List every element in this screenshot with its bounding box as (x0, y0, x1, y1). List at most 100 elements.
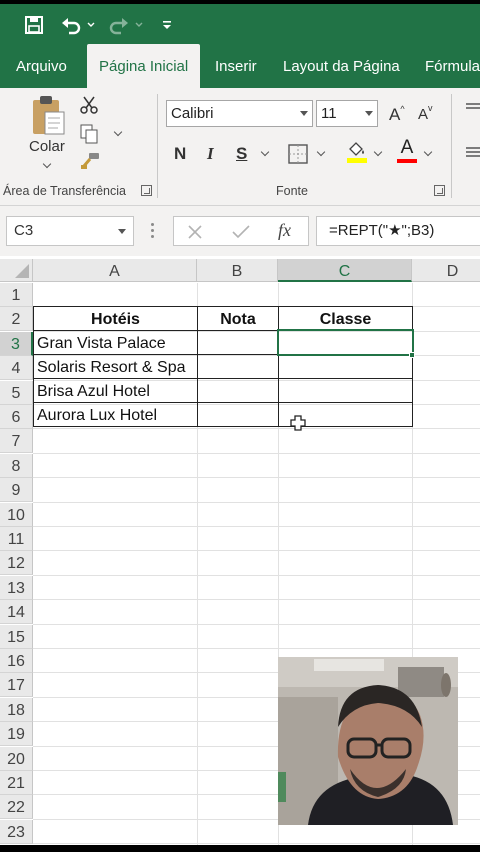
insert-function-icon[interactable]: fx (278, 220, 291, 241)
font-launcher-icon[interactable] (434, 185, 445, 196)
borders-icon[interactable] (288, 144, 308, 169)
row-header-21[interactable]: 21 (0, 771, 33, 795)
font-color-swatch (397, 159, 417, 163)
bold-button[interactable]: N (174, 144, 186, 164)
cancel-icon[interactable] (188, 225, 202, 244)
font-size-value: 11 (321, 105, 337, 122)
customize-qat-icon[interactable] (162, 12, 172, 38)
row-header-5[interactable]: 5 (0, 380, 33, 405)
copy-icon[interactable] (80, 124, 98, 149)
ribbon-tabs: Arquivo Página Inicial Inserir Layout da… (0, 44, 480, 88)
group-divider (157, 94, 158, 198)
row-header-6[interactable]: 6 (0, 405, 33, 429)
tab-arquivo[interactable]: Arquivo (16, 44, 67, 88)
row-header-11[interactable]: 11 (0, 527, 33, 551)
row-header-8[interactable]: 8 (0, 453, 33, 478)
format-painter-icon[interactable] (80, 152, 100, 175)
row-header-22[interactable]: 22 (0, 795, 33, 820)
formula-bar-splitter[interactable] (151, 223, 155, 241)
redo-dropdown-icon[interactable] (134, 12, 144, 38)
chevron-down-icon (300, 111, 308, 116)
font-name-combo[interactable]: Calibri (166, 100, 313, 127)
column-header-a[interactable]: A (33, 259, 197, 282)
row-header-20[interactable]: 20 (0, 746, 33, 771)
paste-icon[interactable] (30, 94, 66, 138)
row-header-15[interactable]: 15 (0, 624, 33, 649)
font-color-button[interactable]: A (397, 138, 417, 163)
redo-icon[interactable] (108, 12, 130, 38)
borders-dropdown-icon[interactable] (316, 147, 326, 157)
paste-dropdown-icon[interactable] (42, 159, 52, 169)
chevron-down-icon (365, 111, 373, 116)
row-header-1[interactable]: 1 (0, 283, 33, 307)
shrink-font-icon: A (418, 106, 429, 123)
row-header-14[interactable]: 14 (0, 600, 33, 625)
fill-color-icon[interactable] (346, 140, 368, 169)
tab-pagina-inicial[interactable]: Página Inicial (87, 44, 201, 88)
clipboard-launcher-icon[interactable] (141, 185, 152, 196)
enter-icon[interactable] (232, 225, 250, 244)
cell-b2[interactable]: Nota (198, 307, 278, 331)
fill-color-dropdown-icon[interactable] (373, 147, 383, 157)
name-box-value: C3 (14, 222, 34, 239)
paste-button-label[interactable]: Colar (29, 138, 65, 155)
row-header-23[interactable]: 23 (0, 819, 33, 844)
grow-font-button[interactable]: A^ (389, 104, 405, 127)
font-color-icon: A (400, 137, 414, 158)
cell-a6[interactable]: Aurora Lux Hotel (37, 403, 197, 427)
row-header-7[interactable]: 7 (0, 429, 33, 454)
row-header-10[interactable]: 10 (0, 502, 33, 527)
row-header-16[interactable]: 16 (0, 649, 33, 673)
row-header-2[interactable]: 2 (0, 307, 33, 332)
cell-c2[interactable]: Classe (279, 307, 412, 331)
grow-font-icon: A (389, 105, 401, 124)
column-header-c[interactable]: C (278, 259, 412, 282)
underline-button[interactable]: S (236, 144, 247, 164)
table-border (412, 306, 413, 427)
column-header-b[interactable]: B (197, 259, 278, 282)
title-bar (0, 4, 480, 44)
copy-dropdown-icon[interactable] (113, 127, 123, 137)
tab-formula[interactable]: Fórmula (425, 44, 480, 88)
cell-a5[interactable]: Brisa Azul Hotel (37, 379, 197, 403)
row-header-4[interactable]: 4 (0, 356, 33, 381)
presenter-video (278, 657, 458, 825)
underline-dropdown-icon[interactable] (260, 147, 270, 157)
shrink-font-button[interactable]: Av (418, 103, 433, 126)
row-header-9[interactable]: 9 (0, 478, 33, 503)
font-size-combo[interactable]: 11 (316, 100, 378, 127)
font-name-value: Calibri (171, 105, 214, 122)
save-icon[interactable] (24, 12, 44, 38)
tab-inserir[interactable]: Inserir (215, 44, 257, 88)
name-box[interactable]: C3 (6, 216, 134, 246)
formula-bar: C3 fx =REPT("★";B3) (0, 206, 480, 256)
row-header-3[interactable]: 3 (0, 331, 33, 356)
select-all-button[interactable] (0, 259, 33, 282)
cell-a4[interactable]: Solaris Resort & Spa (37, 355, 197, 379)
ribbon-home: Colar Área de Transferência Calibri 11 A… (0, 88, 480, 206)
group-divider (451, 94, 452, 198)
undo-icon[interactable] (60, 12, 82, 38)
clipboard-group-label: Área de Transferência (3, 184, 126, 198)
row-header-19[interactable]: 19 (0, 722, 33, 747)
undo-dropdown-icon[interactable] (86, 12, 96, 38)
chevron-down-icon (118, 229, 126, 234)
column-header-d[interactable]: D (412, 259, 480, 282)
italic-button[interactable]: I (207, 144, 214, 164)
fill-handle[interactable] (409, 352, 415, 358)
cut-icon[interactable] (80, 96, 98, 119)
formula-input[interactable]: =REPT("★";B3) (316, 216, 480, 246)
active-cell-c3[interactable] (277, 329, 414, 356)
row-header-18[interactable]: 18 (0, 697, 33, 722)
cell-cursor-icon (290, 415, 306, 436)
row-header-17[interactable]: 17 (0, 673, 33, 698)
align-top-icon[interactable] (466, 102, 480, 121)
align-left-icon[interactable] (466, 146, 480, 165)
cell-a2[interactable]: Hotéis (34, 307, 197, 331)
row-header-13[interactable]: 13 (0, 575, 33, 600)
webcam-overlay (278, 657, 458, 825)
tab-layout-da-pagina[interactable]: Layout da Página (283, 44, 400, 88)
cell-a3[interactable]: Gran Vista Palace (37, 331, 197, 355)
font-color-dropdown-icon[interactable] (423, 147, 433, 157)
row-header-12[interactable]: 12 (0, 551, 33, 576)
